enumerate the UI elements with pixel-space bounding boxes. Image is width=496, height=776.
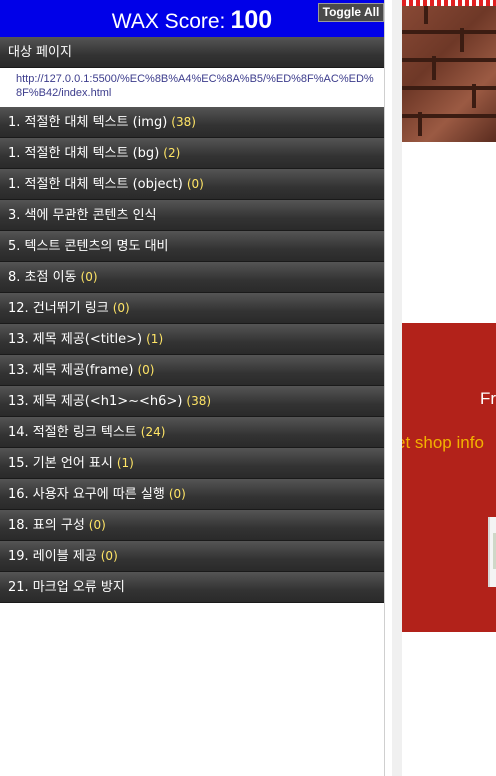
score-label: WAX Score: (111, 10, 226, 33)
promo-heading: Fr (480, 389, 496, 408)
panel-scrollbar-gutter[interactable] (392, 0, 402, 776)
brick-wall-image (402, 0, 496, 142)
check-item-count: (38) (186, 394, 212, 408)
check-item-label: 13. 제목 제공(<title>) (8, 332, 143, 347)
score-value: 100 (230, 6, 273, 34)
check-item[interactable]: 1. 적절한 대체 텍스트 (bg) (2) (0, 138, 384, 169)
check-item-count: (0) (112, 301, 130, 315)
check-item-count: (0) (137, 363, 155, 377)
check-item[interactable]: 5. 텍스트 콘텐츠의 명도 대비 (0, 231, 384, 262)
check-item-count: (0) (88, 518, 106, 532)
check-item-label: 19. 레이블 제공 (8, 549, 97, 564)
dotted-border (402, 0, 496, 6)
check-item-label: 8. 초점 이동 (8, 270, 77, 285)
check-item-label: 1. 적절한 대체 텍스트 (bg) (8, 146, 160, 161)
check-item-label: 3. 색에 무관한 콘텐츠 인식 (8, 208, 157, 223)
check-item-count: (1) (116, 456, 134, 470)
check-item-label: 14. 적절한 링크 텍스트 (8, 425, 137, 440)
check-item[interactable]: 14. 적절한 링크 텍스트 (24) (0, 417, 384, 448)
check-item[interactable]: 21. 마크업 오류 방지 (0, 572, 384, 603)
check-item[interactable]: 3. 색에 무관한 콘텐츠 인식 (0, 200, 384, 231)
check-item[interactable]: 8. 초점 이동 (0) (0, 262, 384, 293)
promo-card-image (488, 517, 496, 587)
check-item-count: (2) (163, 146, 181, 160)
check-item[interactable]: 16. 사용자 요구에 따른 실행 (0) (0, 479, 384, 510)
check-item[interactable]: 13. 제목 제공(<h1>~<h6>) (38) (0, 386, 384, 417)
check-item[interactable]: 1. 적절한 대체 텍스트 (img) (38) (0, 107, 384, 138)
browser-viewport: Fr et shop info WAX Score: 100 대상 페이지 ht… (0, 0, 496, 776)
promo-link[interactable]: et shop info (402, 433, 484, 453)
check-item[interactable]: 13. 제목 제공(<title>) (1) (0, 324, 384, 355)
target-page-url: http://127.0.0.1:5500/%EC%8B%A4%EC%8A%B5… (0, 69, 384, 107)
check-item-label: 5. 텍스트 콘텐츠의 명도 대비 (8, 239, 169, 254)
check-item-count: (0) (100, 549, 118, 563)
check-item-label: 12. 건너뛰기 링크 (8, 301, 109, 316)
check-item[interactable]: 1. 적절한 대체 텍스트 (object) (0) (0, 169, 384, 200)
check-item-count: (0) (186, 177, 204, 191)
check-item-count: (0) (80, 270, 98, 284)
check-item-count: (38) (171, 115, 196, 129)
check-item[interactable]: 13. 제목 제공(frame) (0) (0, 355, 384, 386)
check-item-label: 1. 적절한 대체 텍스트 (object) (8, 177, 183, 192)
check-item-count: (1) (146, 332, 164, 346)
check-item-label: 21. 마크업 오류 방지 (8, 580, 125, 595)
check-item-label: 1. 적절한 대체 텍스트 (img) (8, 115, 168, 130)
toggle-all-button[interactable]: Toggle All (318, 3, 384, 22)
check-item-label: 16. 사용자 요구에 따른 실행 (8, 487, 165, 502)
background-page: Fr et shop info (392, 0, 496, 776)
check-item[interactable]: 15. 기본 언어 표시 (1) (0, 448, 384, 479)
check-item[interactable]: 18. 표의 구성 (0) (0, 510, 384, 541)
target-page-header[interactable]: 대상 페이지 (0, 37, 384, 68)
wax-panel: WAX Score: 100 대상 페이지 http://127.0.0.1:5… (0, 0, 385, 776)
check-item-label: 15. 기본 언어 표시 (8, 456, 113, 471)
target-page-title: 대상 페이지 (8, 45, 72, 60)
check-item-count: (24) (140, 425, 166, 439)
check-item-label: 13. 제목 제공(frame) (8, 363, 134, 378)
check-item-label: 13. 제목 제공(<h1>~<h6>) (8, 394, 183, 409)
check-item-count: (0) (168, 487, 186, 501)
check-item[interactable]: 19. 레이블 제공 (0) (0, 541, 384, 572)
check-item[interactable]: 12. 건너뛰기 링크 (0) (0, 293, 384, 324)
promo-banner: Fr et shop info (402, 323, 496, 632)
check-item-label: 18. 표의 구성 (8, 518, 85, 533)
